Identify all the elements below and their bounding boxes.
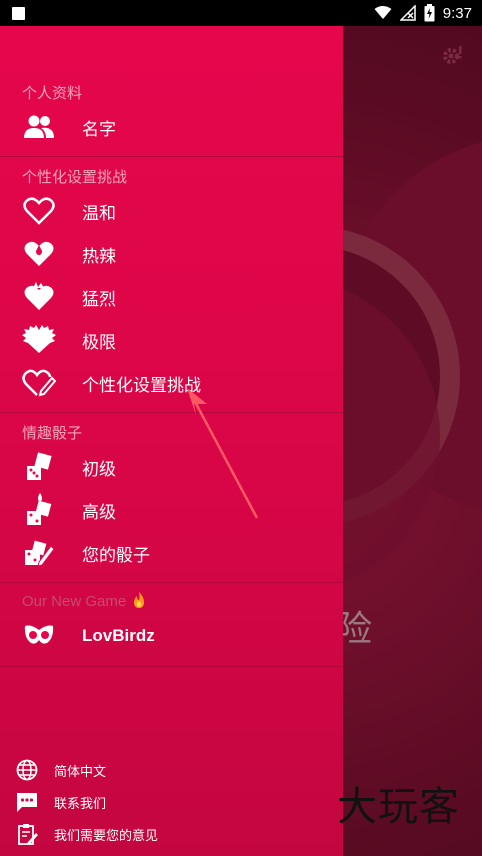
people-icon [22,110,56,144]
battery-charging-icon [424,4,435,22]
drawer-item-feedback[interactable]: 我们需要您的意见 [0,821,343,847]
section-header-new-game: Our New Game [22,591,146,610]
dice-pencil-icon [22,536,56,570]
drawer-item-label: 名字 [82,119,116,140]
drawer-item-your-dice[interactable]: 您的骰子 [0,533,343,573]
section-header-custom: 个性化设置挑战 [22,168,128,186]
signal-off-icon [399,5,416,21]
wifi-icon [374,6,392,19]
globe-icon [16,759,38,781]
drawer-item-label: 个性化设置挑战 [82,375,201,396]
drawer-item-label: 高级 [82,502,116,523]
drawer-item-language[interactable]: 简体中文 [0,757,343,783]
drawer-item-label: 猛烈 [82,289,116,310]
new-game-title: Our New Game [22,593,127,610]
chat-icon [16,791,38,813]
drawer-item-label: 初级 [82,459,116,480]
section-header-dice: 情趣骰子 [22,424,83,442]
drawer-item-label: 您的骰子 [82,545,150,566]
lovbirdz-mask-icon [22,619,56,653]
notification-icon [12,6,25,20]
drawer-item-mild[interactable]: 温和 [0,191,343,231]
drawer-item-extreme[interactable]: 极限 [0,320,343,360]
drawer-item-hot[interactable]: 热辣 [0,234,343,274]
dice-fire-icon [22,493,56,527]
heart-flame-icon [22,280,56,314]
heart-spiky-icon [22,323,56,357]
heart-pencil-icon [22,366,56,400]
divider [0,156,343,157]
drawer-item-label: 联系我们 [54,796,107,812]
heart-outline-icon [22,194,56,228]
fire-icon [134,592,145,608]
drawer-item-beginner[interactable]: 初级 [0,447,343,487]
drawer-item-label: 我们需要您的意见 [54,828,159,844]
drawer-item-advanced[interactable]: 高级 [0,490,343,530]
drawer-item-fierce[interactable]: 猛烈 [0,277,343,317]
drawer-item-label: 极限 [82,332,116,353]
section-header-profile: 个人资料 [22,84,83,102]
drawer-item-lovbirdz[interactable]: LovBirdz [0,616,343,656]
divider [0,412,343,413]
feedback-icon [16,823,38,845]
status-time: 9:37 [442,4,472,22]
drawer-item-name[interactable]: 名字 [0,107,343,147]
drawer-item-contact[interactable]: 联系我们 [0,789,343,815]
drawer-item-label: 热辣 [82,246,116,267]
drawer-item-label: 简体中文 [54,764,107,780]
drawer-item-label: LovBirdz [82,626,155,645]
drawer-item-custom-challenge[interactable]: 个性化设置挑战 [0,363,343,403]
navigation-drawer: 个人资料 名字 个性化设置挑战 温和 热辣 猛烈 极限 个性化设置挑战 情趣骰子… [0,26,343,856]
divider [0,666,343,667]
heart-drop-icon [22,237,56,271]
drawer-item-label: 温和 [82,203,116,224]
dice-icon [22,450,56,484]
settings-gear-icon[interactable] [440,44,464,72]
divider [0,582,343,583]
status-bar: 9:37 [0,0,482,26]
watermark: 大玩客 [337,784,460,830]
